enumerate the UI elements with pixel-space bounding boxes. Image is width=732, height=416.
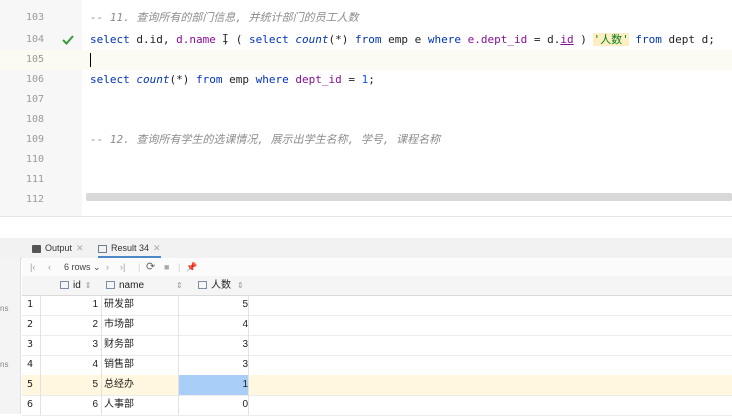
stop-icon[interactable]: ■ xyxy=(164,258,169,276)
line-number: 108 xyxy=(25,114,44,125)
grid-header: id ⇕ name ⇕ 人数 ⇕ xyxy=(22,276,732,296)
table-row[interactable]: 4 4 销售部 3 xyxy=(22,355,732,376)
edge-text: ns xyxy=(0,360,9,369)
editor-line: 103 -- 11. 查询所有的部门信息, 并统计部门的员工人数 xyxy=(0,8,732,28)
sort-icon[interactable]: ⇕ xyxy=(85,281,92,290)
column-icon xyxy=(60,281,69,290)
line-number: 106 xyxy=(25,74,44,85)
tab-result[interactable]: Result 34 ✕ xyxy=(98,238,161,258)
next-page-icon[interactable]: › xyxy=(106,258,109,276)
line-number: 110 xyxy=(25,154,44,165)
editor-line: 110 xyxy=(0,150,732,170)
code-comment: -- 12. 查询所有学生的选课情况, 展示出学生名称, 学号, 课程名称 xyxy=(90,133,441,146)
column-icon xyxy=(198,281,207,290)
code-line: select d.id, d.name , ( select count(*) … xyxy=(90,33,715,46)
editor-line: 111 xyxy=(0,170,732,190)
result-grid[interactable]: id ⇕ name ⇕ 人数 ⇕ 1 1 研发部 5 2 2 市场部 4 3 3 财务… xyxy=(22,276,732,416)
editor-line: 104 select d.id, d.name , ( select count… xyxy=(0,30,732,50)
caret xyxy=(90,53,91,67)
result-toolbar: |‹ ‹ 6 rows ⌄ › ›| | ⟳ ■ | 📌 xyxy=(22,258,732,277)
column-header-name[interactable]: name ⇕ xyxy=(106,276,196,295)
selected-cell[interactable]: 1 xyxy=(179,375,248,395)
refresh-icon[interactable]: ⟳ xyxy=(146,258,155,276)
table-row-selected[interactable]: 5 5 总经办 1 xyxy=(22,375,732,396)
first-page-icon[interactable]: |‹ xyxy=(30,258,35,276)
table-row[interactable]: 6 6 人事部 0 xyxy=(22,395,732,416)
panel-divider[interactable] xyxy=(0,216,732,239)
editor-line: 108 xyxy=(0,110,732,130)
table-row[interactable]: 1 1 研发部 5 xyxy=(22,295,732,316)
terminal-icon xyxy=(32,244,41,253)
rows-count-dropdown[interactable]: 6 rows ⌄ xyxy=(64,258,101,276)
line-number: 104 xyxy=(25,34,44,45)
pin-icon[interactable]: 📌 xyxy=(186,258,197,276)
editor-line: 106 select count(*) from emp where dept_… xyxy=(0,70,732,90)
line-number: 111 xyxy=(25,174,44,185)
result-tabs: Output ✕ Result 34 ✕ xyxy=(0,238,732,259)
check-icon[interactable] xyxy=(62,34,74,46)
editor-line: 107 xyxy=(0,90,732,110)
sql-editor[interactable]: 103 -- 11. 查询所有的部门信息, 并统计部门的员工人数 104 sel… xyxy=(0,0,732,216)
editor-line: 109 -- 12. 查询所有学生的选课情况, 展示出学生名称, 学号, 课程名… xyxy=(0,130,732,150)
editor-line-current: 105 xyxy=(0,50,732,70)
table-row[interactable]: 2 2 市场部 4 xyxy=(22,315,732,336)
left-tool-strip: ns ns xyxy=(0,258,21,414)
tab-output[interactable]: Output ✕ xyxy=(32,238,84,258)
sort-icon[interactable]: ⇕ xyxy=(176,281,183,290)
line-number: 103 xyxy=(25,12,44,23)
line-number: 105 xyxy=(25,54,44,65)
horizontal-scrollbar[interactable] xyxy=(86,193,732,201)
sort-icon[interactable]: ⇕ xyxy=(237,281,244,290)
prev-page-icon[interactable]: ‹ xyxy=(48,258,51,276)
code-line: select count(*) from emp where dept_id =… xyxy=(90,73,375,86)
column-icon xyxy=(106,281,115,290)
line-number: 107 xyxy=(25,94,44,105)
line-number: 112 xyxy=(25,194,44,205)
close-icon[interactable]: ✕ xyxy=(76,243,84,253)
toolbar-divider: | xyxy=(178,262,181,272)
close-icon[interactable]: ✕ xyxy=(153,243,161,253)
column-header-count[interactable]: 人数 ⇕ xyxy=(198,276,268,295)
edge-text: ns xyxy=(0,304,9,313)
toolbar-divider: | xyxy=(138,262,141,272)
text-cursor-icon: I xyxy=(222,32,229,45)
line-number: 109 xyxy=(25,134,44,145)
last-page-icon[interactable]: ›| xyxy=(120,258,125,276)
table-icon xyxy=(98,244,107,253)
code-comment: -- 11. 查询所有的部门信息, 并统计部门的员工人数 xyxy=(90,11,359,24)
table-row[interactable]: 3 3 财务部 3 xyxy=(22,335,732,356)
